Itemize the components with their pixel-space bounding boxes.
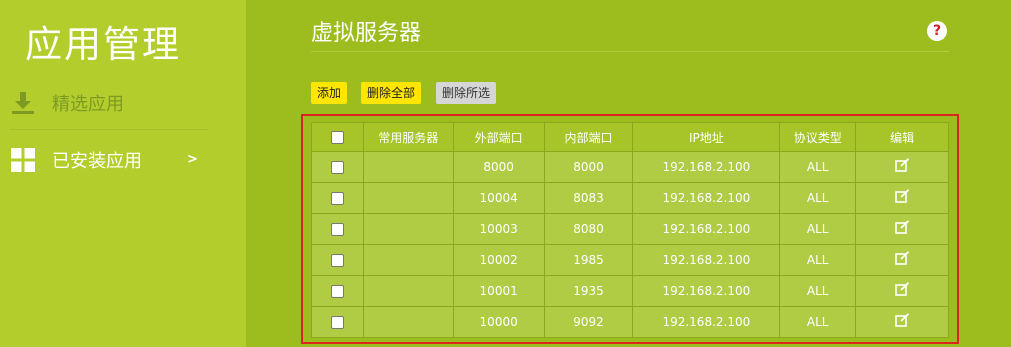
cell-external-port: 10003 bbox=[452, 213, 545, 245]
select-all-checkbox[interactable] bbox=[330, 131, 344, 144]
cell-common-server bbox=[362, 275, 454, 307]
cell-external-port: 8000 bbox=[452, 151, 545, 183]
cell-internal-port: 1935 bbox=[543, 275, 634, 307]
header-internal-port: 内部端口 bbox=[543, 122, 634, 152]
cell-edit bbox=[855, 275, 949, 307]
row-select-cell bbox=[311, 182, 364, 214]
cell-external-port: 10001 bbox=[452, 275, 545, 307]
help-icon[interactable]: ? bbox=[927, 21, 947, 41]
cell-edit bbox=[855, 244, 949, 276]
row-checkbox[interactable] bbox=[330, 285, 344, 298]
page-title: 虚拟服务器 bbox=[311, 21, 422, 46]
cell-internal-port: 9092 bbox=[543, 306, 634, 338]
table-row: 10004 8083 192.168.2.100 ALL bbox=[311, 182, 949, 214]
cell-external-port: 10000 bbox=[452, 306, 545, 338]
download-icon bbox=[10, 90, 36, 116]
edit-icon[interactable] bbox=[894, 313, 910, 331]
table-row: 10000 9092 192.168.2.100 ALL bbox=[311, 306, 949, 338]
add-button[interactable]: 添加 bbox=[311, 82, 348, 104]
header-edit: 编辑 bbox=[855, 122, 949, 152]
virtual-server-table-frame: 常用服务器 外部端口 内部端口 IP地址 协议类型 编辑 8000 8000 192… bbox=[301, 114, 959, 344]
table-row: 10003 8080 192.168.2.100 ALL bbox=[311, 213, 949, 245]
row-select-cell bbox=[311, 275, 364, 307]
cell-ip-address: 192.168.2.100 bbox=[632, 151, 781, 183]
cell-edit bbox=[855, 182, 949, 214]
cell-common-server bbox=[362, 182, 454, 214]
sidebar-item-featured-apps[interactable]: 精选应用 bbox=[10, 78, 210, 128]
row-select-cell bbox=[311, 244, 364, 276]
cell-edit bbox=[855, 213, 949, 245]
select-all-cell bbox=[311, 122, 364, 152]
sidebar-divider bbox=[10, 129, 208, 130]
header-common-server: 常用服务器 bbox=[362, 122, 454, 152]
table-header-row: 常用服务器 外部端口 内部端口 IP地址 协议类型 编辑 bbox=[311, 122, 949, 152]
cell-ip-address: 192.168.2.100 bbox=[632, 244, 781, 276]
row-select-cell bbox=[311, 151, 364, 183]
sidebar-item-installed-apps[interactable]: 已安装应用 > bbox=[10, 135, 210, 185]
cell-ip-address: 192.168.2.100 bbox=[632, 306, 781, 338]
cell-internal-port: 8083 bbox=[543, 182, 634, 214]
app-title: 应用管理 bbox=[25, 23, 181, 66]
cell-protocol: ALL bbox=[779, 151, 857, 183]
cell-external-port: 10002 bbox=[452, 244, 545, 276]
row-checkbox[interactable] bbox=[330, 316, 344, 329]
cell-internal-port: 8000 bbox=[543, 151, 634, 183]
edit-icon[interactable] bbox=[894, 158, 910, 176]
virtual-server-table: 常用服务器 外部端口 内部端口 IP地址 协议类型 编辑 8000 8000 192… bbox=[311, 122, 949, 338]
cell-internal-port: 1985 bbox=[543, 244, 634, 276]
edit-icon[interactable] bbox=[894, 220, 910, 238]
table-row: 10002 1985 192.168.2.100 ALL bbox=[311, 244, 949, 276]
cell-protocol: ALL bbox=[779, 182, 857, 214]
row-checkbox[interactable] bbox=[330, 223, 344, 236]
delete-selected-button[interactable]: 删除所选 bbox=[436, 82, 497, 104]
cell-protocol: ALL bbox=[779, 244, 857, 276]
cell-protocol: ALL bbox=[779, 306, 857, 338]
row-select-cell bbox=[311, 306, 364, 338]
chevron-right-icon: > bbox=[187, 152, 198, 167]
cell-ip-address: 192.168.2.100 bbox=[632, 182, 781, 214]
sidebar: 应用管理 精选应用 已安装应用 > bbox=[0, 0, 246, 347]
cell-common-server bbox=[362, 244, 454, 276]
delete-all-button[interactable]: 删除全部 bbox=[361, 82, 422, 104]
cell-edit bbox=[855, 151, 949, 183]
cell-ip-address: 192.168.2.100 bbox=[632, 275, 781, 307]
cell-internal-port: 8080 bbox=[543, 213, 634, 245]
row-checkbox[interactable] bbox=[330, 254, 344, 267]
cell-common-server bbox=[362, 306, 454, 338]
row-select-cell bbox=[311, 213, 364, 245]
apps-grid-icon bbox=[10, 147, 36, 173]
cell-edit bbox=[855, 306, 949, 338]
table-row: 10001 1935 192.168.2.100 ALL bbox=[311, 275, 949, 307]
edit-icon[interactable] bbox=[894, 251, 910, 269]
row-checkbox[interactable] bbox=[330, 161, 344, 174]
cell-common-server bbox=[362, 213, 454, 245]
table-row: 8000 8000 192.168.2.100 ALL bbox=[311, 151, 949, 183]
cell-external-port: 10004 bbox=[452, 182, 545, 214]
edit-icon[interactable] bbox=[894, 282, 910, 300]
title-divider bbox=[311, 51, 949, 52]
sidebar-item-label: 精选应用 bbox=[52, 94, 124, 115]
header-ip-address: IP地址 bbox=[632, 122, 781, 152]
header-protocol: 协议类型 bbox=[779, 122, 857, 152]
row-checkbox[interactable] bbox=[330, 192, 344, 205]
edit-icon[interactable] bbox=[894, 189, 910, 207]
cell-ip-address: 192.168.2.100 bbox=[632, 213, 781, 245]
header-external-port: 外部端口 bbox=[452, 122, 545, 152]
cell-protocol: ALL bbox=[779, 275, 857, 307]
cell-protocol: ALL bbox=[779, 213, 857, 245]
sidebar-item-label: 已安装应用 bbox=[52, 151, 142, 172]
cell-common-server bbox=[362, 151, 454, 183]
